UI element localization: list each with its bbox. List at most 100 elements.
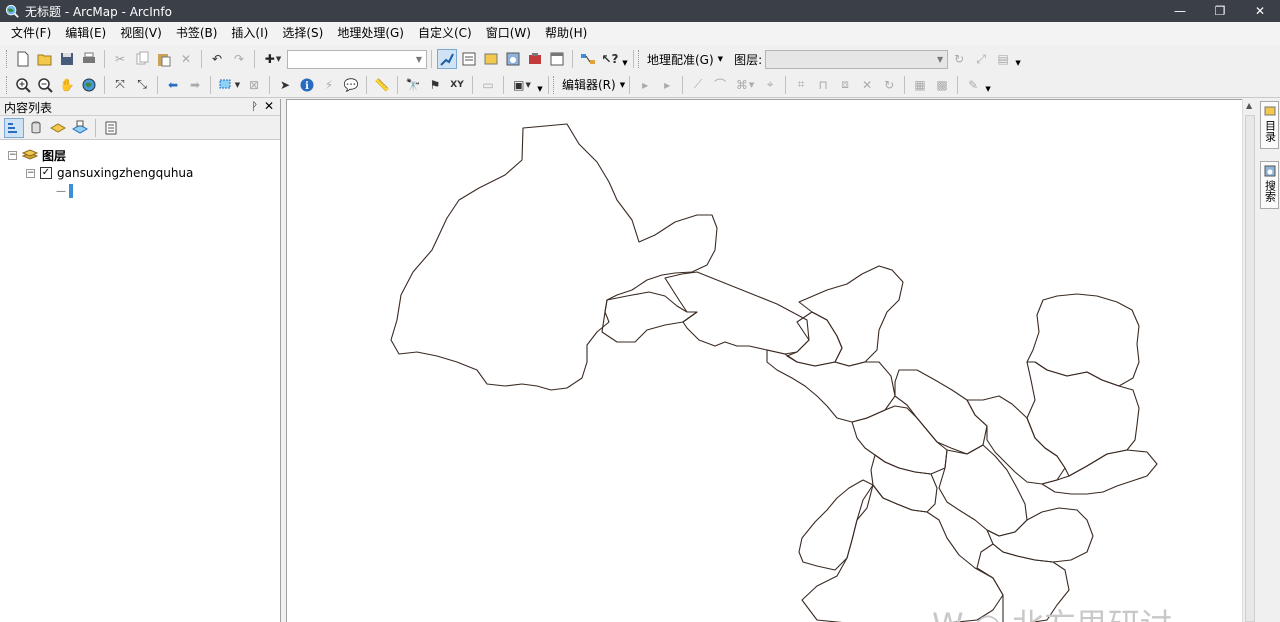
scroll-up-icon[interactable]: ▲ [1246, 101, 1252, 110]
save-icon[interactable] [57, 49, 77, 69]
full-extent-globe-icon[interactable] [79, 75, 99, 95]
menu-geoprocessing[interactable]: 地理处理(G) [330, 22, 411, 45]
measure-icon[interactable]: 📏 [372, 75, 392, 95]
maximize-button[interactable]: ❐ [1200, 0, 1240, 22]
modelbuilder-icon[interactable] [578, 49, 598, 69]
map-region-linxia[interactable] [870, 454, 938, 513]
html-popup-icon[interactable]: 💬 [341, 75, 361, 95]
menu-customize[interactable]: 自定义(C) [411, 22, 479, 45]
catalog-dock-tab[interactable]: 目录 [1260, 101, 1279, 149]
menu-windows[interactable]: 窗口(W) [479, 22, 538, 45]
toolbar-overflow-icon[interactable]: ▼ [1014, 51, 1022, 67]
map-region-jiuquan[interactable] [390, 123, 718, 391]
find-binoculars-icon[interactable]: 🔭 [403, 75, 423, 95]
map-region-jinchang[interactable] [786, 311, 843, 367]
scrollbar-thumb[interactable] [1245, 115, 1255, 622]
rotate-icon[interactable]: ↻ [949, 49, 969, 69]
chevron-down-icon[interactable]: ▼ [933, 55, 947, 64]
map-region-dingxi[interactable] [938, 444, 1028, 537]
redo-icon[interactable]: ↷ [229, 49, 249, 69]
georeferencing-menu[interactable]: 地理配准(G) [644, 51, 717, 68]
split-tool-icon[interactable]: ✕ [857, 75, 877, 95]
map-region-baiyin-east[interactable] [966, 395, 1066, 485]
map-vertical-scrollbar[interactable]: ▲ [1242, 99, 1257, 622]
search-window-icon[interactable] [503, 49, 523, 69]
menu-help[interactable]: 帮助(H) [538, 22, 594, 45]
map-display[interactable]: W ◎ 北方思研讨 [286, 99, 1242, 622]
menu-insert[interactable]: 插入(I) [224, 22, 275, 45]
identify-info-icon[interactable]: i [297, 75, 317, 95]
attributes-icon[interactable]: ▦ [910, 75, 930, 95]
point-icon[interactable]: ⌖ [760, 75, 780, 95]
map-region-qingyang[interactable] [1026, 361, 1140, 477]
editor-toolbar-icon[interactable] [437, 49, 457, 69]
map-region-qingyang-north[interactable] [1026, 293, 1140, 387]
zoom-in-icon[interactable] [13, 75, 33, 95]
cut-icon[interactable]: ✂ [110, 49, 130, 69]
map-region-zhangye[interactable] [664, 271, 810, 355]
clear-selection-icon[interactable]: ⊠ [244, 75, 264, 95]
arctoolbox-icon[interactable] [525, 49, 545, 69]
list-by-drawing-order-icon[interactable] [4, 117, 24, 138]
straight-segment-icon[interactable]: ⟋ [688, 75, 708, 95]
print-icon[interactable] [79, 49, 99, 69]
open-folder-icon[interactable] [35, 49, 55, 69]
add-data-icon[interactable]: ✚ ▼ [260, 49, 286, 69]
minimize-button[interactable]: — [1160, 0, 1200, 22]
hyperlink-icon[interactable]: ⚡ [319, 75, 339, 95]
menu-bookmarks[interactable]: 书签(B) [169, 22, 225, 45]
chevron-down-icon[interactable]: ▼ [412, 55, 426, 64]
list-by-source-icon[interactable] [26, 118, 46, 138]
layer-visibility-checkbox[interactable]: ✓ [40, 167, 52, 179]
collapse-icon[interactable]: − [8, 150, 17, 160]
close-window-button[interactable]: ✕ [1240, 0, 1280, 22]
list-by-selection-icon[interactable] [70, 118, 90, 138]
add-control-points-icon[interactable]: ⤢ [971, 49, 991, 69]
toc-options-icon[interactable] [101, 118, 121, 138]
map-region-south-pocket[interactable] [798, 479, 874, 571]
rotate-tool-icon[interactable]: ↻ [879, 75, 899, 95]
paste-icon[interactable] [154, 49, 174, 69]
map-region-wuwei[interactable] [798, 265, 904, 367]
toolbar-overflow-icon[interactable]: ▼ [984, 77, 992, 93]
create-viewer-window-icon[interactable]: ▣ ▼ [509, 75, 535, 95]
map-region-lanzhou[interactable] [851, 405, 948, 475]
edit-vertices-icon[interactable]: ⌗ [791, 75, 811, 95]
find-route-icon[interactable]: ⚑ [425, 75, 445, 95]
map-region-tianshui[interactable] [986, 507, 1094, 563]
toolbar-grip[interactable] [638, 50, 641, 68]
go-forward-icon[interactable]: ➡ [185, 75, 205, 95]
delete-icon[interactable]: ✕ [176, 49, 196, 69]
copy-icon[interactable] [132, 49, 152, 69]
trace-icon[interactable]: ⌘ ▼ [732, 75, 758, 95]
map-canvas[interactable] [287, 100, 1242, 622]
edit-tool-icon[interactable]: ▸ [635, 75, 655, 95]
chevron-down-icon[interactable]: ▼ [620, 81, 625, 89]
fixed-zoom-in-icon[interactable]: ⤧ [110, 75, 130, 95]
editor-menu[interactable]: 编辑器(R) [559, 76, 619, 93]
map-scale-combo[interactable]: ▼ [287, 49, 427, 69]
undo-icon[interactable]: ↶ [207, 49, 227, 69]
catalog-window-icon[interactable] [481, 49, 501, 69]
map-region-pingliang[interactable] [1041, 449, 1158, 495]
new-document-icon[interactable] [13, 49, 33, 69]
tree-row-layers[interactable]: − 图层 [8, 147, 66, 163]
view-link-table-icon[interactable]: ▤ [993, 49, 1013, 69]
menu-edit[interactable]: 编辑(E) [58, 22, 113, 45]
table-of-contents-icon[interactable] [459, 49, 479, 69]
toolbar-overflow-icon[interactable]: ▼ [621, 51, 629, 67]
toolbar-grip[interactable] [6, 75, 9, 94]
map-region-jiayuguan[interactable] [601, 291, 698, 343]
search-dock-tab[interactable]: 搜索 [1260, 161, 1279, 209]
zoom-out-icon[interactable] [35, 75, 55, 95]
toolbar-grip[interactable] [553, 75, 556, 94]
select-features-icon[interactable]: ▼ [216, 75, 242, 95]
chevron-down-icon[interactable]: ▼ [718, 55, 723, 63]
map-region-corridor[interactable] [766, 349, 896, 423]
time-slider-icon[interactable]: ▭ [478, 75, 498, 95]
go-back-icon[interactable]: ⬅ [163, 75, 183, 95]
end-point-arc-icon[interactable]: ⌒ [710, 75, 730, 95]
collapse-icon[interactable]: − [26, 168, 35, 178]
georef-layer-combo[interactable]: ▼ [765, 49, 949, 69]
select-elements-arrow-icon[interactable]: ➤ [275, 75, 295, 95]
